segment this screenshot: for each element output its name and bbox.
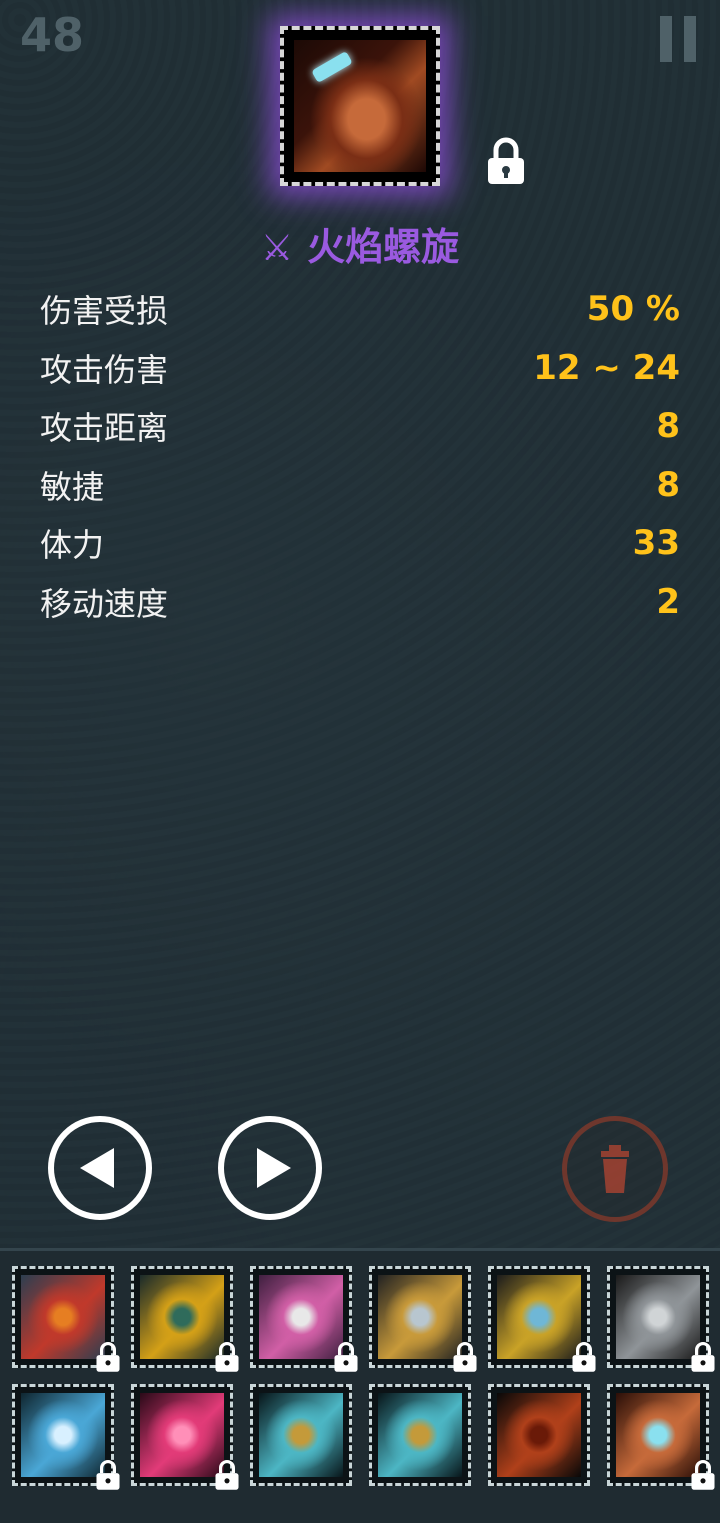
stat-value: 50 % (586, 289, 680, 330)
item-name: 火焰螺旋 (307, 225, 460, 269)
lock-icon (215, 1341, 239, 1372)
golden-helm-armor-icon (140, 1275, 224, 1359)
flame-spiral-icon (616, 1393, 700, 1477)
gold-claw-icon (497, 1275, 581, 1359)
crossed-swords-icon: ⚔ (260, 228, 294, 269)
inventory-slot[interactable] (607, 1384, 715, 1490)
lock-icon (572, 1341, 596, 1372)
inventory-slot[interactable] (12, 1266, 120, 1372)
previous-item-button[interactable] (48, 1116, 152, 1220)
lock-icon (691, 1459, 715, 1490)
next-item-button[interactable] (218, 1116, 322, 1220)
item-title: ⚔ 火焰螺旋 (0, 216, 720, 271)
lock-icon (691, 1341, 715, 1372)
stat-row: 攻击距离 8 (40, 397, 680, 456)
inventory-slot[interactable] (607, 1266, 715, 1372)
stat-label: 攻击伤害 (40, 350, 169, 389)
stat-row: 攻击伤害 12 ~ 24 (40, 339, 680, 398)
stat-label: 攻击距离 (40, 409, 169, 448)
pause-button[interactable] (660, 16, 696, 62)
arrow-right-icon (257, 1148, 291, 1188)
stat-label: 敏捷 (40, 467, 105, 506)
lock-icon (334, 1341, 358, 1372)
arrow-left-icon (80, 1148, 114, 1188)
inventory-slot[interactable] (369, 1384, 471, 1486)
lock-icon[interactable] (486, 136, 526, 186)
inventory-slot[interactable] (12, 1384, 120, 1490)
stat-label: 伤害受损 (40, 292, 169, 331)
blade-gauntlet-icon (378, 1275, 462, 1359)
flame-spiral-icon (294, 40, 426, 172)
inventory-slot[interactable] (250, 1384, 352, 1486)
cyan-chest-armor-icon (259, 1393, 343, 1477)
stat-value: 2 (656, 581, 680, 622)
heart-pendant-icon (140, 1393, 224, 1477)
stat-label: 移动速度 (40, 584, 169, 623)
stat-value: 12 ~ 24 (533, 347, 680, 388)
stat-row: 移动速度 2 (40, 573, 680, 632)
discard-button[interactable] (562, 1116, 668, 1222)
stat-label: 体力 (40, 526, 105, 565)
blue-ring-icon (21, 1393, 105, 1477)
stat-row: 敏捷 8 (40, 456, 680, 515)
bomb-potion-icon (497, 1393, 581, 1477)
selected-item-slot (280, 26, 440, 186)
spiked-mace-icon (616, 1275, 700, 1359)
level-counter: 48 (20, 8, 85, 62)
inventory-slot[interactable] (131, 1266, 239, 1372)
lock-icon (96, 1459, 120, 1490)
inventory-slot[interactable] (488, 1384, 590, 1486)
inventory-slot[interactable] (369, 1266, 477, 1372)
inventory-slot[interactable] (131, 1384, 239, 1490)
stat-value: 8 (656, 406, 680, 447)
spiked-armor-icon (21, 1275, 105, 1359)
stat-row: 伤害受损 50 % (40, 280, 680, 339)
stats-list: 伤害受损 50 % 攻击伤害 12 ~ 24 攻击距离 8 敏捷 8 体力 33 移动速度… (40, 280, 680, 631)
inventory-slot[interactable] (488, 1266, 596, 1372)
lock-icon (96, 1341, 120, 1372)
inventory-slot[interactable] (250, 1266, 358, 1372)
trash-icon (601, 1145, 629, 1193)
pink-dagger-icon (259, 1275, 343, 1359)
stat-value: 8 (656, 464, 680, 505)
lock-icon (215, 1459, 239, 1490)
cyan-chest-armor-2-icon (378, 1393, 462, 1477)
stat-row: 体力 33 (40, 514, 680, 573)
lock-icon (453, 1341, 477, 1372)
stat-value: 33 (632, 523, 680, 564)
